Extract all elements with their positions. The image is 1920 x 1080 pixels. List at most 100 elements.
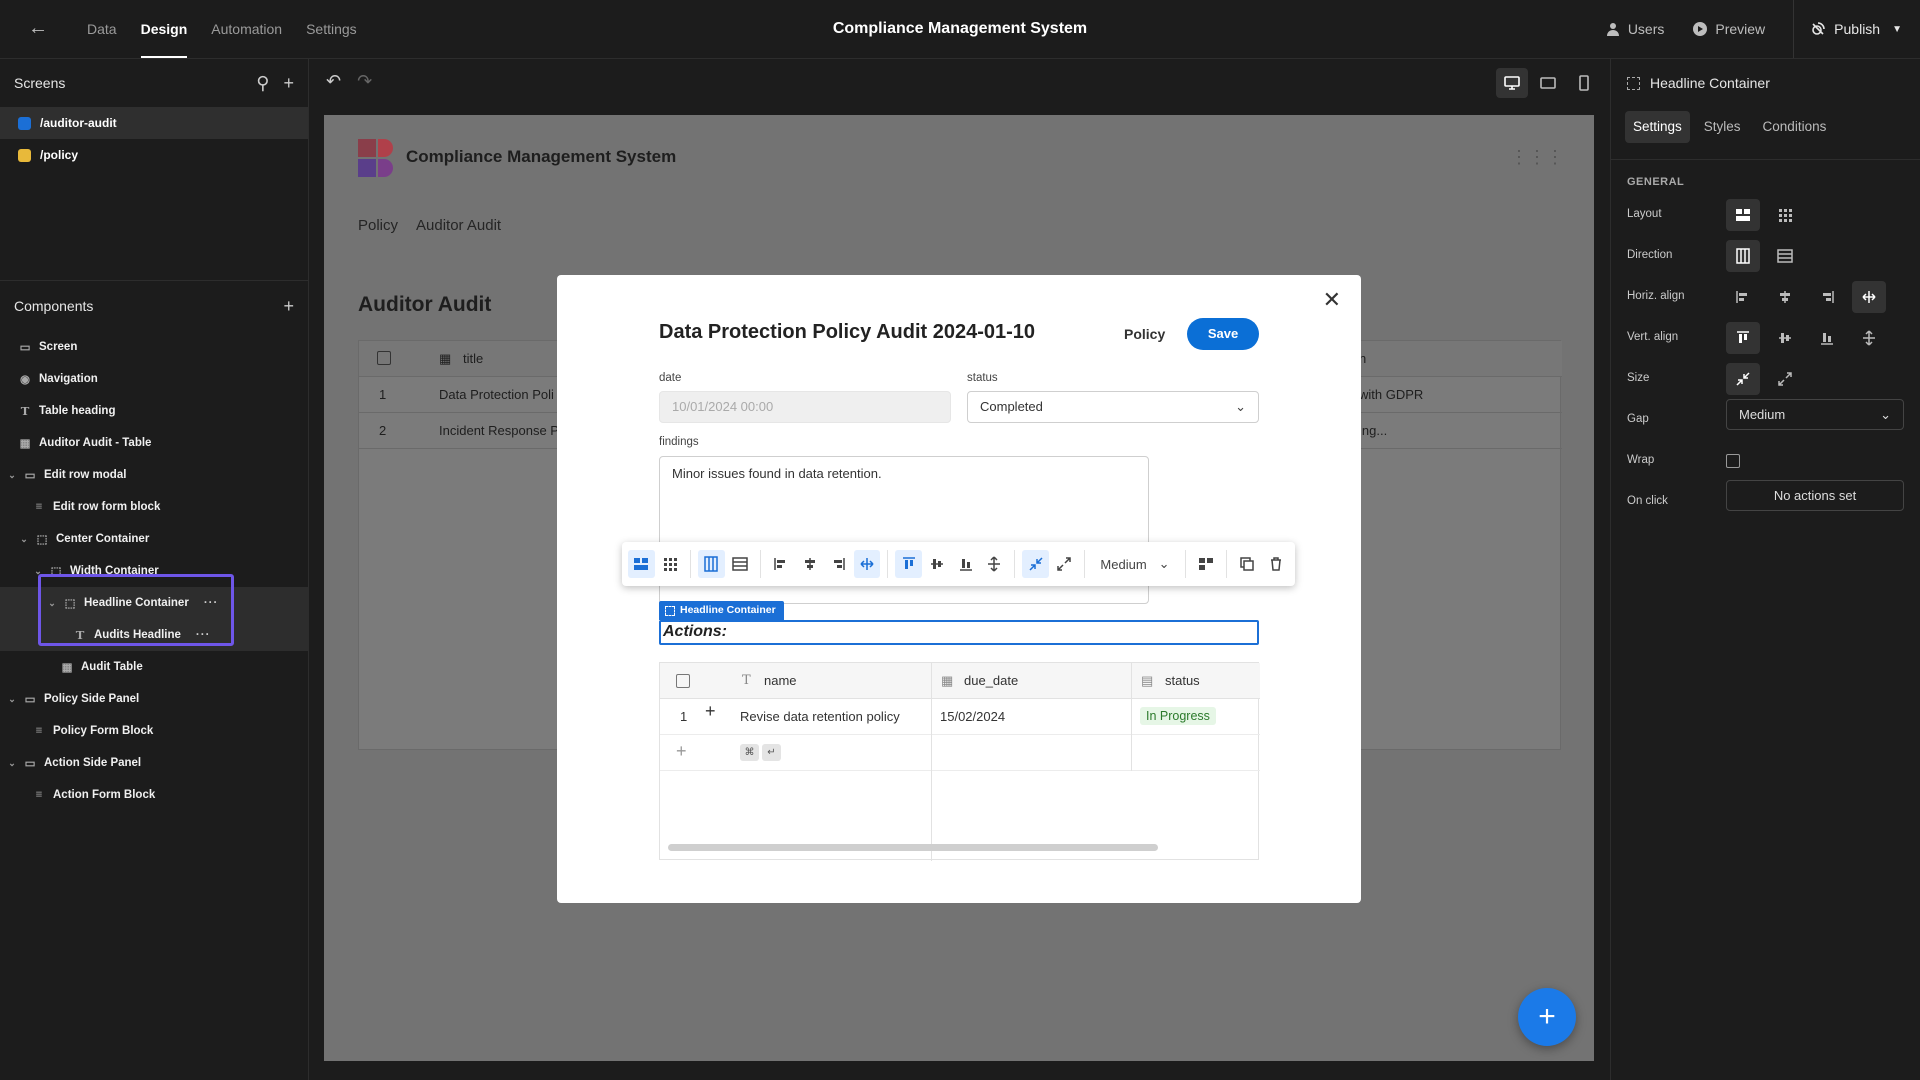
component-item[interactable]: T Table heading — [0, 395, 308, 427]
add-screen-icon[interactable]: + — [283, 73, 294, 94]
valign-top-icon[interactable] — [1726, 322, 1760, 354]
save-button[interactable]: Save — [1187, 318, 1259, 350]
align-left-icon[interactable] — [1726, 281, 1760, 313]
add-component-icon[interactable]: + — [283, 296, 294, 317]
chevron-down-icon[interactable]: ⌄ — [8, 758, 16, 769]
direction-row-icon[interactable] — [727, 550, 754, 578]
tab-conditions[interactable]: Conditions — [1755, 111, 1835, 143]
component-item[interactable]: ▦ Auditor Audit - Table — [0, 427, 308, 459]
component-item[interactable]: ≡ Action Form Block — [0, 779, 308, 811]
layout-grid-icon[interactable] — [657, 550, 684, 578]
desktop-icon[interactable] — [1496, 68, 1528, 98]
layout-flex-icon[interactable] — [628, 550, 655, 578]
chevron-down-icon: ⌄ — [1880, 407, 1891, 422]
horizontal-scrollbar[interactable] — [668, 844, 1158, 851]
size-grow-icon[interactable] — [1051, 550, 1078, 578]
chevron-down-icon[interactable]: ⌄ — [8, 694, 16, 705]
select-all-checkbox[interactable] — [676, 674, 690, 688]
align-center-icon[interactable] — [797, 550, 824, 578]
users-button[interactable]: Users — [1605, 21, 1664, 37]
tab-settings[interactable]: Settings — [294, 0, 369, 58]
component-item[interactable]: ▭ Screen — [0, 331, 308, 363]
undo-icon[interactable]: ↶ — [326, 71, 341, 92]
gap-select[interactable]: Medium ⌄ — [1726, 399, 1904, 430]
size-grow-icon[interactable] — [1768, 363, 1802, 395]
close-icon[interactable]: ✕ — [1323, 287, 1341, 313]
valign-middle-icon[interactable] — [1768, 322, 1802, 354]
component-item-audits-headline[interactable]: T Audits Headline ··· — [0, 619, 308, 651]
component-item[interactable]: ≡ Edit row form block — [0, 491, 308, 523]
component-item[interactable]: ⌄ ▭ Edit row modal — [0, 459, 308, 491]
more-options-icon[interactable]: ··· — [196, 629, 211, 641]
valign-top-icon[interactable] — [895, 550, 922, 578]
valign-bottom-icon[interactable] — [952, 550, 979, 578]
more-options-icon[interactable]: ··· — [204, 597, 219, 609]
table-row[interactable]: 1 + Revise data retention policy 15/02/2… — [660, 699, 1260, 735]
align-left-icon[interactable] — [768, 550, 795, 578]
nav-link-auditor-audit[interactable]: Auditor Audit — [416, 217, 501, 234]
size-shrink-icon[interactable] — [1726, 363, 1760, 395]
select-all-checkbox[interactable] — [377, 351, 391, 365]
tablet-icon[interactable] — [1532, 68, 1564, 98]
align-stretch-icon[interactable] — [853, 550, 881, 578]
policy-button[interactable]: Policy — [1124, 326, 1165, 342]
tab-data[interactable]: Data — [75, 0, 129, 58]
align-right-icon[interactable] — [825, 550, 852, 578]
size-shrink-icon[interactable] — [1022, 550, 1049, 578]
component-label: Action Form Block — [53, 789, 156, 801]
status-select[interactable]: Completed ⌄ — [967, 391, 1259, 423]
add-row-icon[interactable]: + — [676, 741, 687, 762]
publish-button[interactable]: Publish ▼ — [1793, 0, 1920, 58]
delete-icon[interactable] — [1263, 550, 1290, 578]
chevron-down-icon[interactable]: ⌄ — [8, 470, 16, 481]
screen-item-auditor-audit[interactable]: /auditor-audit — [0, 107, 308, 139]
direction-row-icon[interactable] — [1768, 240, 1802, 272]
valign-stretch-icon[interactable] — [981, 550, 1008, 578]
valign-bottom-icon[interactable] — [1810, 322, 1844, 354]
component-item[interactable]: ⌄ ⬚ Center Container — [0, 523, 308, 555]
component-item[interactable]: ⌄ ⬚ Width Container — [0, 555, 308, 587]
valign-stretch-icon[interactable] — [1852, 322, 1886, 354]
align-right-icon[interactable] — [1810, 281, 1844, 313]
tab-settings[interactable]: Settings — [1625, 111, 1690, 143]
onclick-actions-button[interactable]: No actions set — [1726, 480, 1904, 511]
component-item[interactable]: ◉ Navigation — [0, 363, 308, 395]
align-stretch-icon[interactable] — [1852, 281, 1886, 313]
duplicate-icon[interactable] — [1234, 550, 1261, 578]
direction-column-icon[interactable] — [1726, 240, 1760, 272]
tab-automation[interactable]: Automation — [199, 0, 294, 58]
direction-column-icon[interactable] — [698, 550, 725, 578]
back-arrow-icon[interactable]: ← — [26, 16, 50, 40]
preview-button[interactable]: Preview — [1692, 21, 1765, 37]
add-component-fab[interactable]: + — [1518, 988, 1576, 1046]
redo-icon[interactable]: ↷ — [357, 71, 372, 92]
wrap-checkbox[interactable] — [1726, 454, 1740, 468]
screen-item-policy[interactable]: /policy — [0, 139, 308, 171]
chevron-down-icon[interactable]: ⌄ — [48, 598, 56, 609]
valign-middle-icon[interactable] — [924, 550, 951, 578]
headline-container[interactable]: Actions: — [659, 620, 1259, 645]
grid-icon[interactable]: ⋮⋮⋮ — [1510, 147, 1564, 168]
chevron-down-icon[interactable]: ⌄ — [34, 566, 42, 577]
search-icon[interactable]: ⚲ — [256, 73, 269, 94]
component-item-headline-container[interactable]: ⌄ ⬚ Headline Container ··· — [0, 587, 308, 619]
add-column-icon[interactable]: + — [705, 701, 716, 722]
align-center-icon[interactable] — [1768, 281, 1802, 313]
chevron-down-icon[interactable]: ⌄ — [20, 534, 28, 545]
tab-design[interactable]: Design — [129, 0, 200, 58]
layout-flex-icon[interactable] — [1726, 199, 1760, 231]
component-item[interactable]: ⌄ ▭ Action Side Panel — [0, 747, 308, 779]
tab-styles[interactable]: Styles — [1696, 111, 1749, 143]
component-item[interactable]: ≡ Policy Form Block — [0, 715, 308, 747]
page-title: Auditor Audit — [358, 293, 492, 316]
date-field[interactable]: 10/01/2024 00:00 — [659, 391, 951, 423]
nav-link-policy[interactable]: Policy — [358, 217, 398, 234]
gap-select[interactable]: Medium ⌄ — [1092, 556, 1177, 572]
mobile-icon[interactable] — [1568, 68, 1600, 98]
add-row[interactable]: + ⌘ ↵ — [660, 735, 1260, 771]
component-item[interactable]: ⌄ ▭ Policy Side Panel — [0, 683, 308, 715]
layout-grid-icon[interactable] — [1768, 199, 1802, 231]
wrap-icon[interactable] — [1193, 550, 1220, 578]
horiz-align-label: Horiz. align — [1627, 290, 1685, 302]
component-item[interactable]: ▦ Audit Table — [0, 651, 308, 683]
